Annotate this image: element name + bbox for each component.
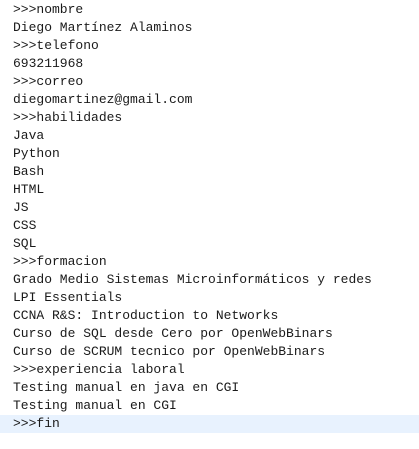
editor-line[interactable]: Grado Medio Sistemas Microinformáticos y… [0, 271, 419, 289]
editor-line[interactable]: >>>correo [0, 73, 419, 91]
editor-line[interactable]: CCNA R&S: Introduction to Networks [0, 307, 419, 325]
editor-line[interactable]: CSS [0, 217, 419, 235]
editor-line[interactable]: Bash [0, 163, 419, 181]
editor-line[interactable]: Java [0, 127, 419, 145]
editor-line[interactable]: >>>experiencia laboral [0, 361, 419, 379]
editor-line[interactable]: Python [0, 145, 419, 163]
editor-line[interactable]: diegomartinez@gmail.com [0, 91, 419, 109]
editor-line-active[interactable]: >>>fin [0, 415, 419, 433]
editor-line[interactable]: Diego Martínez Alaminos [0, 19, 419, 37]
editor-line[interactable]: >>>habilidades [0, 109, 419, 127]
editor-line[interactable]: >>>formacion [0, 253, 419, 271]
editor-line[interactable]: Testing manual en CGI [0, 397, 419, 415]
editor-line[interactable]: SQL [0, 235, 419, 253]
editor-line[interactable]: >>>nombre [0, 1, 419, 19]
editor-line[interactable]: 693211968 [0, 55, 419, 73]
editor-line[interactable]: HTML [0, 181, 419, 199]
editor-line[interactable]: LPI Essentials [0, 289, 419, 307]
editor-line[interactable]: Curso de SQL desde Cero por OpenWebBinar… [0, 325, 419, 343]
editor-lines: >>>nombre Diego Martínez Alaminos >>>tel… [0, 1, 419, 433]
editor-line[interactable]: >>>telefono [0, 37, 419, 55]
text-editor[interactable]: >>>nombre Diego Martínez Alaminos >>>tel… [0, 0, 419, 449]
editor-line[interactable]: JS [0, 199, 419, 217]
editor-line[interactable]: Curso de SCRUM tecnico por OpenWebBinars [0, 343, 419, 361]
editor-line[interactable]: Testing manual en java en CGI [0, 379, 419, 397]
